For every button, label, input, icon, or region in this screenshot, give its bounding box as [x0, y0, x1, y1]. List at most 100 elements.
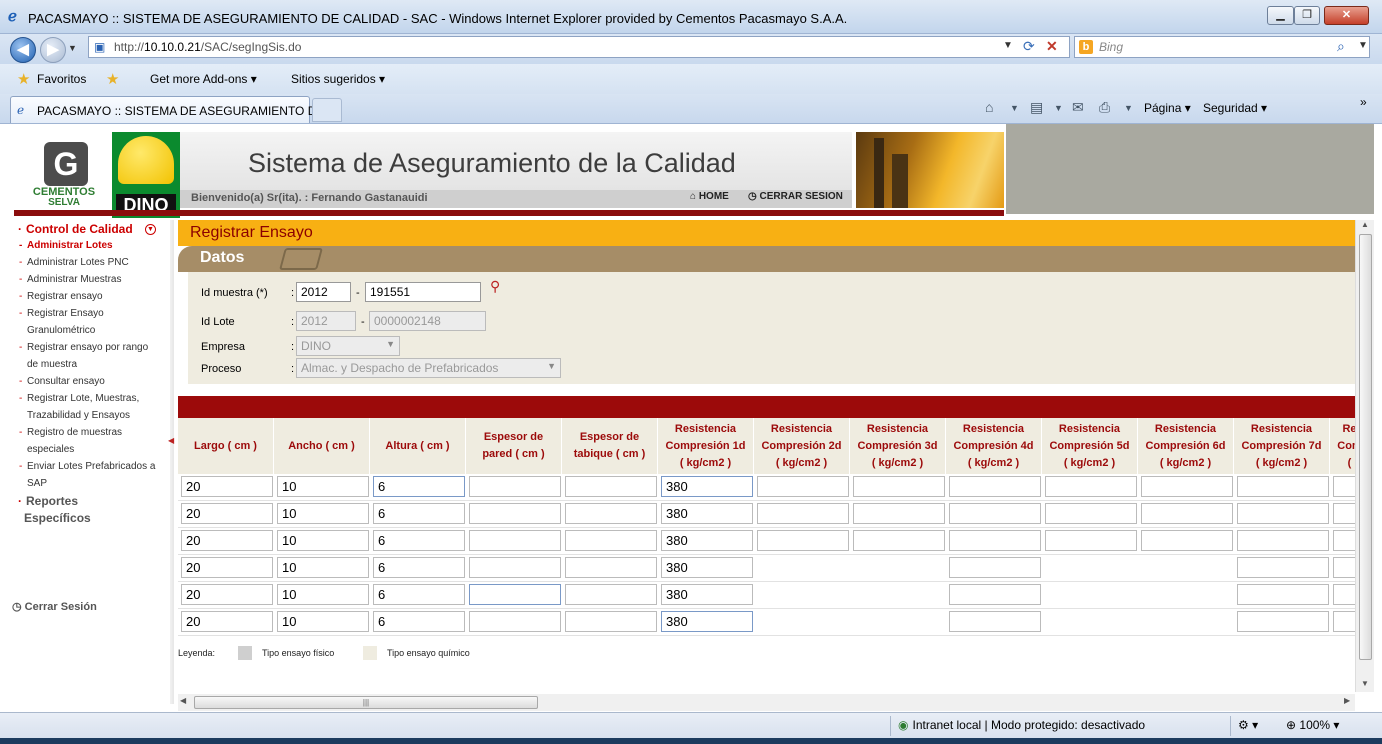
grid-cell-input[interactable]: 380	[661, 476, 753, 497]
maximize-button[interactable]: ❐	[1294, 6, 1320, 25]
grid-cell-input[interactable]	[1237, 557, 1329, 578]
grid-cell-input[interactable]: 20	[181, 584, 273, 605]
grid-cell-input[interactable]	[565, 557, 657, 578]
grid-cell-input[interactable]	[469, 611, 561, 632]
mail-icon[interactable]: ✉	[1072, 99, 1084, 116]
grid-cell-input[interactable]	[1045, 530, 1137, 551]
zoom-level[interactable]: ⊕ 100% ▾	[1286, 718, 1339, 732]
sidebar-link[interactable]: - Administrar Lotes	[19, 237, 113, 254]
grid-cell-input[interactable]: 20	[181, 530, 273, 551]
grid-cell-input[interactable]: 380	[661, 611, 753, 632]
grid-cell-input[interactable]	[469, 584, 561, 605]
feeds-dropdown-icon[interactable]: ▼	[1054, 103, 1063, 113]
scroll-right-icon[interactable]: ▶	[1344, 696, 1350, 705]
sidebar-link[interactable]: - Registrar Lote, Muestras,	[19, 390, 139, 407]
sidebar-link[interactable]: - Enviar Lotes Prefabricados a	[19, 458, 155, 475]
grid-cell-input[interactable]: 380	[661, 503, 753, 524]
add-favorites-icon[interactable]: ★	[106, 70, 119, 88]
grid-cell-input[interactable]: 380	[661, 584, 753, 605]
vertical-scrollbar[interactable]: ▲ ▼	[1355, 220, 1374, 692]
get-addons-link[interactable]: Get more Add-ons ▾	[150, 72, 257, 86]
sidebar-link[interactable]: - Registrar Ensayo	[19, 305, 104, 322]
sidebar-link[interactable]: - Registrar ensayo por rango	[19, 339, 148, 356]
grid-cell-input[interactable]	[949, 557, 1041, 578]
grid-cell-input[interactable]	[565, 503, 657, 524]
vertical-scroll-thumb[interactable]	[1359, 234, 1372, 660]
search-options-icon[interactable]: ▼	[1358, 40, 1368, 51]
grid-cell-input[interactable]: 10	[277, 611, 369, 632]
grid-cell-input[interactable]	[565, 476, 657, 497]
home-link[interactable]: ⌂ HOME	[690, 191, 729, 202]
grid-cell-input[interactable]: 6	[373, 584, 465, 605]
search-icon[interactable]: ⌕	[1337, 38, 1345, 55]
grid-cell-input[interactable]: 10	[277, 530, 369, 551]
sidebar-link[interactable]: Trazabilidad y Ensayos	[27, 407, 130, 424]
id-muestra-year-input[interactable]	[296, 282, 351, 302]
grid-cell-input[interactable]: 6	[373, 476, 465, 497]
grid-cell-input[interactable]: 10	[277, 476, 369, 497]
sidebar-link[interactable]: Granulométrico	[27, 322, 95, 339]
grid-cell-input[interactable]	[1141, 503, 1233, 524]
grid-cell-input[interactable]	[949, 503, 1041, 524]
grid-cell-input[interactable]	[565, 530, 657, 551]
address-bar[interactable]: ▣ http://10.10.0.21/SAC/segIngSis.do ▼ ⟳…	[88, 36, 1070, 58]
scroll-down-icon[interactable]: ▼	[1361, 679, 1369, 688]
grid-cell-input[interactable]	[1237, 611, 1329, 632]
logout-link[interactable]: ◷ CERRAR SESION	[748, 191, 843, 202]
search-muestra-icon[interactable]: ⚲	[490, 278, 500, 295]
horizontal-scroll-thumb[interactable]: |||	[194, 696, 538, 709]
page-menu[interactable]: Página ▾	[1144, 101, 1191, 115]
search-input[interactable]: Bing	[1099, 40, 1123, 54]
search-box[interactable]: b Bing ⌕ ▼	[1074, 36, 1370, 58]
grid-cell-input[interactable]: 20	[181, 557, 273, 578]
suggested-sites-link[interactable]: Sitios sugeridos ▾	[291, 72, 385, 86]
grid-cell-input[interactable]	[1045, 503, 1137, 524]
grid-cell-input[interactable]	[469, 503, 561, 524]
print-icon[interactable]: ⎙	[1099, 99, 1110, 116]
grid-cell-input[interactable]	[469, 476, 561, 497]
sidebar-link[interactable]: de muestra	[27, 356, 77, 373]
sidebar-section-reportes-line2[interactable]: Específicos	[24, 511, 91, 525]
section-toggle-icon[interactable]: ▼	[145, 224, 156, 235]
grid-cell-input[interactable]	[1141, 476, 1233, 497]
home-dropdown-icon[interactable]: ▼	[1010, 103, 1019, 113]
grid-cell-input[interactable]: 10	[277, 584, 369, 605]
grid-cell-input[interactable]	[949, 530, 1041, 551]
compat-refresh-icon[interactable]: ⟳	[1023, 38, 1035, 55]
grid-cell-input[interactable]	[757, 503, 849, 524]
grid-cell-input[interactable]: 20	[181, 611, 273, 632]
scroll-up-icon[interactable]: ▲	[1361, 220, 1369, 229]
sidebar-link[interactable]: - Registrar ensayo	[19, 288, 103, 305]
grid-cell-input[interactable]: 6	[373, 503, 465, 524]
grid-cell-input[interactable]	[1045, 476, 1137, 497]
sidebar-link[interactable]: SAP	[27, 475, 47, 492]
grid-cell-input[interactable]	[949, 476, 1041, 497]
grid-cell-input[interactable]	[1237, 584, 1329, 605]
grid-cell-input[interactable]	[853, 530, 945, 551]
security-zone[interactable]: ◉ Intranet local | Modo protegido: desact…	[898, 718, 1145, 732]
horizontal-scrollbar[interactable]: ◀ ||| ▶	[178, 694, 1355, 711]
home-icon[interactable]: ⌂	[985, 99, 993, 115]
grid-cell-input[interactable]	[757, 530, 849, 551]
grid-cell-input[interactable]	[565, 584, 657, 605]
grid-cell-input[interactable]: 6	[373, 611, 465, 632]
sidebar-link[interactable]: especiales	[27, 441, 74, 458]
sidebar-link[interactable]: - Administrar Lotes PNC	[19, 254, 129, 271]
sidebar-collapse-handle[interactable]	[170, 220, 174, 704]
grid-cell-input[interactable]	[949, 584, 1041, 605]
minimize-button[interactable]: ▁	[1267, 6, 1294, 25]
grid-cell-input[interactable]: 6	[373, 557, 465, 578]
security-menu[interactable]: Seguridad ▾	[1203, 101, 1267, 115]
sidebar-section-reportes[interactable]: · Reportes	[18, 494, 78, 508]
grid-cell-input[interactable]: 380	[661, 557, 753, 578]
grid-cell-input[interactable]	[1237, 530, 1329, 551]
sidebar-logout-link[interactable]: ◷ Cerrar Sesión	[12, 600, 97, 613]
grid-cell-input[interactable]	[469, 530, 561, 551]
sidebar-section-control-calidad[interactable]: · Control de Calidad	[18, 222, 133, 236]
close-button[interactable]: ✕	[1324, 6, 1369, 25]
history-dropdown-icon[interactable]: ▼	[68, 43, 77, 53]
forward-button[interactable]: ▶	[40, 37, 66, 63]
browser-tab[interactable]: ℯ PACASMAYO :: SISTEMA DE ASEGURAMIENTO …	[10, 96, 326, 123]
grid-cell-input[interactable]	[1237, 503, 1329, 524]
grid-cell-input[interactable]: 20	[181, 476, 273, 497]
